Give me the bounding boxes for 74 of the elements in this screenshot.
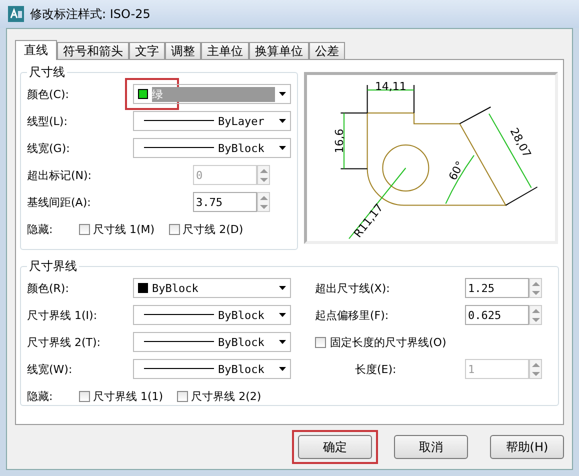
tab[interactable]: 符号和箭头	[57, 42, 129, 59]
field-label: 尺寸界线 2(T):	[27, 334, 102, 350]
tab[interactable]: 直线	[15, 40, 57, 60]
spin-buttons[interactable]	[529, 278, 542, 298]
dropdown-value: ByLayer	[218, 114, 264, 128]
dialog-button[interactable]: 确定	[298, 435, 372, 459]
tab[interactable]: 主单位	[201, 42, 249, 59]
dialog-button[interactable]: 帮助(H)	[490, 435, 564, 459]
line-sample-icon	[144, 314, 214, 316]
spin-buttons[interactable]	[529, 305, 542, 325]
dropdown-value: 绿	[152, 86, 275, 102]
field-label: 起点偏移里(F):	[315, 308, 390, 322]
dropdown[interactable]: ByBlock	[133, 278, 291, 298]
checkbox-label: 尺寸线 2(D)	[182, 222, 244, 236]
number-field[interactable]: 0.625	[465, 305, 529, 325]
field-label: 线宽(G):	[27, 140, 71, 156]
dialog-button[interactable]: 取消	[394, 435, 468, 459]
dropdown-value: ByBlock	[218, 308, 264, 322]
dropdown[interactable]: ByBlock	[133, 332, 291, 352]
group-title: 尺寸线	[28, 64, 66, 81]
spin-buttons[interactable]	[529, 359, 542, 379]
dropdown-arrow-icon	[279, 340, 286, 344]
dropdown-value: ByBlock	[218, 362, 264, 376]
field-label: 尺寸界线 1(I):	[27, 308, 98, 322]
app-icon	[8, 6, 24, 22]
field-label: 线宽(W):	[27, 362, 74, 376]
line-sample-icon	[144, 368, 214, 370]
checkbox-label: 尺寸线 1(M)	[93, 222, 155, 236]
checkbox-label: 尺寸界线 2(2)	[191, 388, 262, 404]
number-field[interactable]: 1.25	[465, 278, 529, 298]
tab[interactable]: 文字	[129, 42, 165, 59]
checkbox[interactable]	[79, 390, 90, 402]
field-label: 长度(E):	[355, 362, 398, 376]
checkbox[interactable]	[177, 390, 188, 402]
field-label: 颜色(R):	[27, 280, 70, 296]
field-label: 线型(L):	[27, 114, 68, 128]
line-sample-icon	[144, 120, 214, 122]
field-label: 超出尺寸线(X):	[315, 280, 391, 296]
dropdown[interactable]: ByBlock	[133, 305, 291, 325]
tab[interactable]: 公差	[309, 42, 345, 59]
dropdown-arrow-icon	[279, 146, 286, 150]
dropdown-value: ByBlock	[152, 282, 198, 294]
dropdown-arrow-icon	[279, 367, 286, 371]
line-sample-icon	[144, 147, 214, 149]
number-field[interactable]: 3.75	[193, 192, 257, 212]
checkbox[interactable]	[315, 336, 326, 348]
dimension-label: 60°	[446, 159, 467, 182]
dropdown-value: ByBlock	[218, 142, 264, 154]
spin-buttons[interactable]	[257, 192, 270, 212]
line-sample-icon	[144, 341, 214, 343]
field-label: 基线间距(A):	[27, 194, 92, 210]
tab[interactable]: 调整	[165, 42, 201, 59]
field-label: 隐藏:	[27, 388, 54, 404]
dropdown[interactable]: ByLayer	[133, 111, 291, 131]
checkbox-label: 尺寸界线 1(1)	[93, 388, 164, 404]
field-label: 超出标记(N):	[27, 168, 93, 182]
field-label: 颜色(C):	[27, 86, 70, 102]
dropdown-arrow-icon	[279, 92, 286, 96]
dropdown[interactable]: ByBlock	[133, 359, 291, 379]
dropdown-arrow-icon	[279, 286, 286, 290]
checkbox-label: 固定长度的尺寸界线(O)	[330, 334, 446, 350]
window-title: 修改标注样式: ISO-25	[30, 6, 150, 22]
dimension-label: 14,11	[374, 80, 406, 94]
field-label: 隐藏:	[27, 222, 54, 236]
dimension-label: 16,6	[333, 128, 346, 154]
spin-buttons[interactable]	[257, 165, 270, 185]
dropdown-arrow-icon	[279, 313, 286, 317]
dropdown-arrow-icon	[279, 119, 286, 123]
dropdown-value: ByBlock	[218, 336, 264, 348]
checkbox[interactable]	[168, 224, 180, 234]
checkbox[interactable]	[79, 224, 90, 234]
group-title: 尺寸界线	[28, 258, 78, 275]
tab[interactable]: 换算单位	[249, 42, 309, 59]
dropdown[interactable]: ByBlock	[133, 138, 291, 158]
